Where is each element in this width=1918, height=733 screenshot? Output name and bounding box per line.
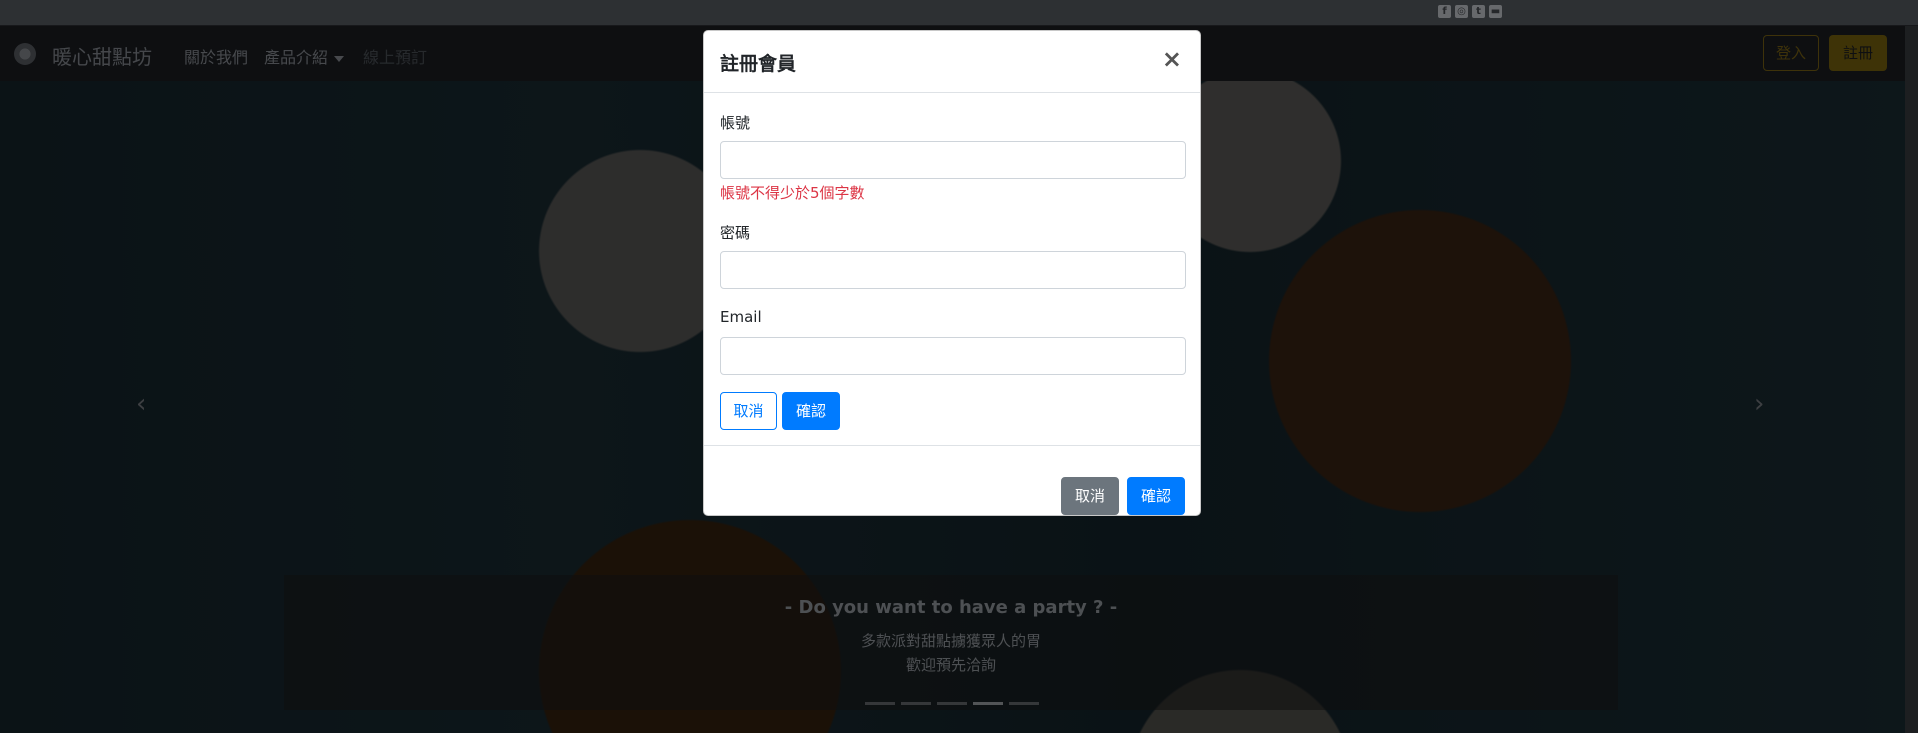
password-input[interactable] (720, 251, 1186, 289)
modal-footer (704, 445, 1200, 518)
form-cancel-button[interactable]: 取消 (720, 392, 777, 430)
email-label: Email (720, 308, 762, 326)
footer-confirm-button[interactable]: 確認 (1127, 477, 1185, 515)
footer-cancel-button[interactable]: 取消 (1061, 477, 1119, 515)
close-icon[interactable]: × (1162, 45, 1182, 73)
form-confirm-button[interactable]: 確認 (782, 392, 840, 430)
account-label: 帳號 (720, 114, 751, 132)
email-input[interactable] (720, 337, 1186, 375)
modal-title: 註冊會員 (720, 53, 797, 75)
password-label: 密碼 (720, 224, 751, 242)
account-input[interactable] (720, 141, 1186, 179)
modal-header: 註冊會員 × (704, 31, 1200, 93)
register-modal: 註冊會員 × 帳號 帳號不得少於5個字數 密碼 Email 取消 確認 取消 確… (703, 30, 1201, 516)
account-error: 帳號不得少於5個字數 (720, 184, 865, 202)
